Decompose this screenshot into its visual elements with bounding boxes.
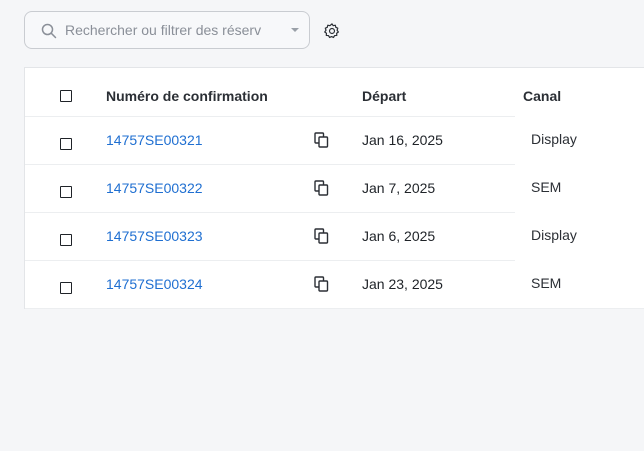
gear-icon[interactable] — [323, 22, 341, 40]
departure-date: Jan 23, 2025 — [362, 276, 443, 292]
confirmation-link[interactable]: 14757SE00321 — [106, 132, 203, 148]
copy-icon[interactable] — [314, 228, 329, 244]
confirmation-link[interactable]: 14757SE00322 — [106, 180, 203, 196]
departure-date: Jan 7, 2025 — [362, 180, 436, 196]
table-row: 14757SE00322 Jan 7, 2025 SEM — [25, 164, 644, 213]
channel-cell: Display — [515, 212, 644, 259]
channel-label: Display — [531, 227, 577, 243]
departure-date: Jan 16, 2025 — [362, 132, 443, 148]
row-checkbox[interactable] — [60, 234, 72, 246]
column-header-departure[interactable]: Départ — [362, 88, 406, 104]
channel-cell: SEM — [515, 260, 644, 307]
reservations-table: Numéro de confirmation Départ Canal 1475… — [24, 67, 644, 309]
departure-date: Jan 6, 2025 — [362, 228, 436, 244]
confirmation-link[interactable]: 14757SE00324 — [106, 276, 203, 292]
copy-icon[interactable] — [314, 132, 329, 148]
table-row: 14757SE00324 Jan 23, 2025 SEM — [25, 260, 644, 309]
table-row: 14757SE00321 Jan 16, 2025 Display — [25, 116, 644, 165]
row-checkbox[interactable] — [60, 282, 72, 294]
table-header-row: Numéro de confirmation Départ Canal — [25, 68, 644, 117]
channel-cell: SEM — [515, 164, 644, 211]
copy-icon[interactable] — [314, 180, 329, 196]
channel-label: SEM — [531, 275, 562, 291]
channel-label: SEM — [531, 179, 562, 195]
channel-cell: Display — [515, 116, 644, 163]
column-header-channel[interactable]: Canal — [523, 88, 561, 104]
search-icon — [41, 23, 57, 39]
row-checkbox[interactable] — [60, 138, 72, 150]
chevron-down-icon[interactable] — [290, 26, 300, 34]
column-header-confirmation[interactable]: Numéro de confirmation — [106, 88, 268, 104]
row-checkbox[interactable] — [60, 186, 72, 198]
table-row: 14757SE00323 Jan 6, 2025 Display — [25, 212, 644, 261]
channel-label: Display — [531, 131, 577, 147]
confirmation-link[interactable]: 14757SE00323 — [106, 228, 203, 244]
search-input[interactable] — [65, 20, 270, 40]
select-all-checkbox[interactable] — [60, 90, 72, 102]
copy-icon[interactable] — [314, 276, 329, 292]
search-box[interactable] — [24, 11, 310, 49]
